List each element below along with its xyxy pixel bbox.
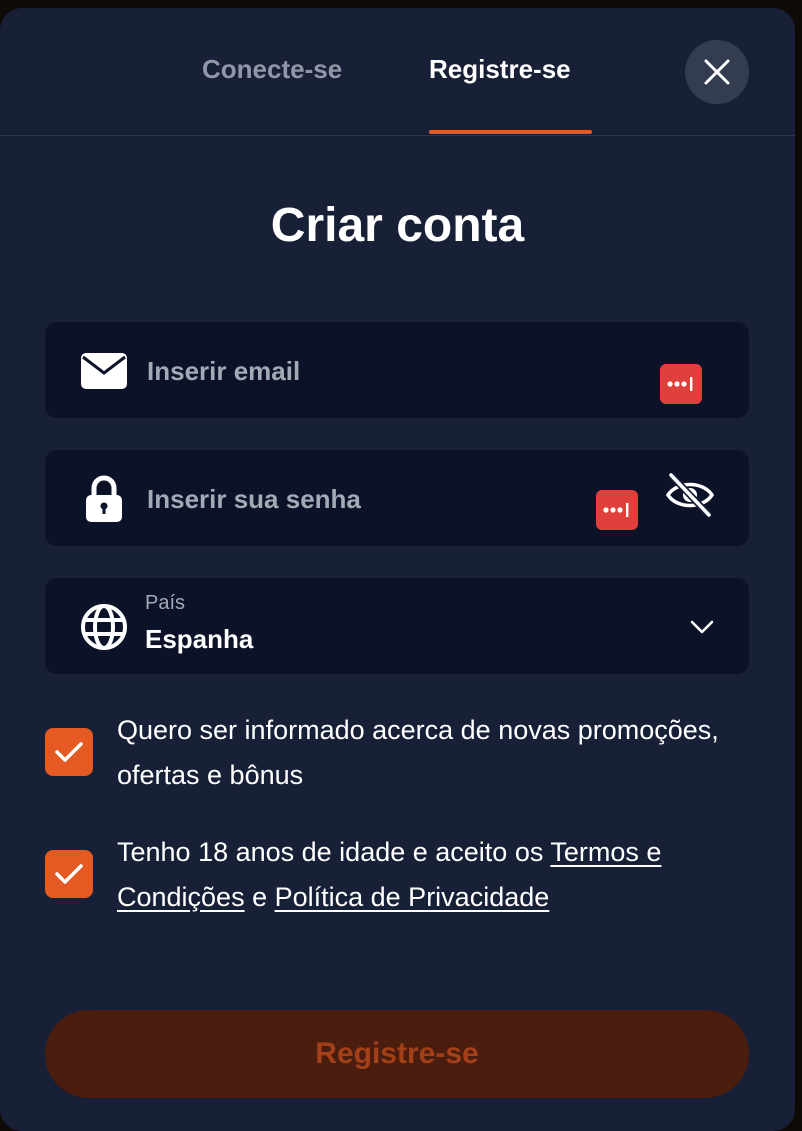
chevron-down-icon	[689, 614, 715, 640]
terms-middle-text: e	[244, 882, 275, 912]
register-submit-button[interactable]: Registre-se	[45, 1010, 749, 1098]
checkmark-icon	[55, 742, 83, 762]
terms-consent-label: Tenho 18 anos de idade e aceito os Termo…	[117, 830, 749, 920]
checkmark-icon	[55, 864, 83, 884]
country-select[interactable]: País Espanha	[45, 578, 749, 674]
privacy-policy-link[interactable]: Política de Privacidade	[275, 882, 550, 912]
terms-prefix-text: Tenho 18 anos de idade e aceito os	[117, 837, 551, 867]
tab-register[interactable]: Registre-se	[429, 54, 571, 85]
tab-login[interactable]: Conecte-se	[202, 54, 342, 85]
password-manager-icon[interactable]	[596, 490, 638, 530]
password-field[interactable]	[45, 450, 749, 546]
lock-icon	[79, 474, 129, 524]
close-icon	[704, 59, 730, 85]
password-manager-icon[interactable]	[660, 364, 702, 404]
email-field[interactable]	[45, 322, 749, 418]
globe-icon	[79, 602, 129, 652]
promo-consent-checkbox[interactable]	[45, 728, 93, 776]
auth-tabs: Conecte-se Registre-se	[0, 8, 795, 136]
page-title: Criar conta	[270, 199, 525, 252]
password-input[interactable]	[145, 478, 609, 520]
toggle-password-visibility-button[interactable]	[663, 468, 717, 522]
envelope-icon	[79, 346, 129, 396]
terms-consent-checkbox[interactable]	[45, 850, 93, 898]
country-value: Espanha	[145, 624, 254, 654]
close-button[interactable]	[685, 40, 749, 104]
country-label: País	[145, 592, 186, 614]
promo-consent-label: Quero ser informado acerca de novas prom…	[117, 715, 719, 790]
eye-off-icon	[665, 472, 715, 518]
email-input[interactable]	[145, 350, 609, 392]
register-modal: Conecte-se Registre-se Criar conta Inser…	[0, 8, 795, 1131]
active-tab-indicator	[429, 130, 592, 134]
